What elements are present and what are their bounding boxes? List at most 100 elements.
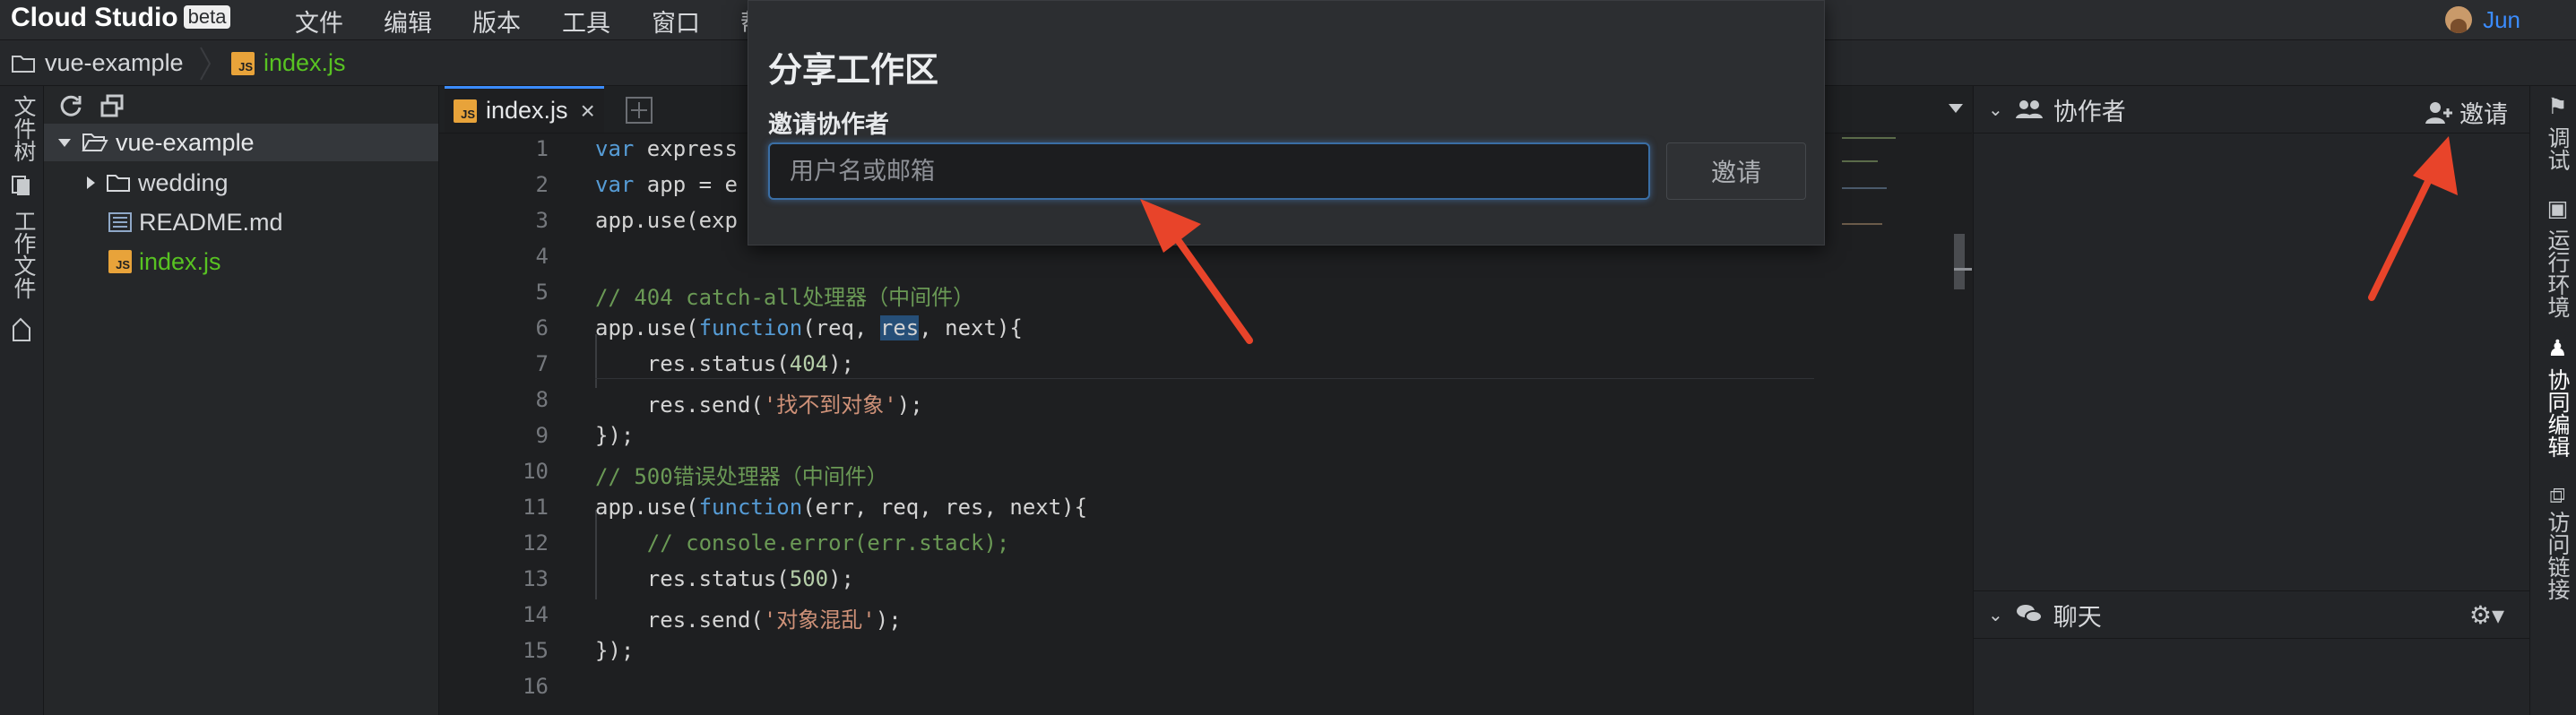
beta-badge: beta — [183, 5, 231, 29]
code-line: res.send('找不到对象'); — [595, 392, 923, 418]
close-icon[interactable]: × — [581, 97, 595, 125]
annotation-arrow — [2368, 136, 2458, 301]
menu-version[interactable]: 版本 — [472, 4, 521, 39]
collapse-all-icon[interactable] — [99, 93, 125, 118]
tab-index-js[interactable]: JS index.js × — [445, 86, 604, 133]
tree-item-readme[interactable]: README.md — [44, 203, 438, 241]
new-tab-icon[interactable] — [626, 97, 653, 124]
tab-label: index.js — [486, 97, 568, 124]
debug-icon: ⚑ — [2545, 93, 2570, 119]
add-user-icon — [2425, 101, 2452, 124]
gear-icon[interactable]: ⚙▾ — [2469, 600, 2504, 630]
line-number-gutter: 1 2 3 4 5 6 7 8 9 10 11 12 13 14 15 16 — [439, 134, 556, 715]
js-file-icon: JS — [108, 250, 132, 273]
line-number: 13 — [523, 566, 549, 591]
tab-debug[interactable]: ⚑ 调试 — [2541, 93, 2573, 171]
menu-file[interactable]: 文件 — [295, 4, 343, 39]
js-file-icon: JS — [454, 99, 477, 123]
code-line: res.send('对象混乱'); — [595, 607, 902, 633]
tab-collab-edit-label: 协同编辑 — [2545, 368, 2570, 458]
line-number: 9 — [535, 423, 549, 448]
invite-label: 邀请 — [2459, 101, 2508, 128]
chat-header: ⌄ 聊天 ⚙▾ — [1974, 590, 2529, 639]
invite-collaborator-button[interactable]: 邀请 — [2425, 95, 2508, 130]
line-number: 8 — [535, 387, 549, 412]
line-number: 6 — [535, 315, 549, 340]
line-number: 3 — [535, 208, 549, 233]
chevron-right-icon — [200, 47, 212, 81]
invite-button[interactable]: 邀请 — [1666, 142, 1806, 200]
code-line: var express — [595, 136, 738, 161]
app-logo[interactable]: Cloud Studio beta — [11, 3, 231, 33]
markdown-file-icon — [108, 212, 132, 232]
code-line: app.use(function(err, req, res, next){ — [595, 495, 1088, 520]
code-line: app.use(exp — [595, 208, 738, 233]
chevron-down-icon[interactable]: ⌄ — [1988, 604, 2003, 626]
folder-icon — [107, 175, 130, 192]
tab-workspace-files[interactable]: 工作文件 — [7, 210, 39, 299]
minimap[interactable] — [1842, 134, 1976, 241]
tab-list-dropdown-icon[interactable] — [1949, 104, 1963, 113]
caret-right-icon — [87, 177, 95, 189]
js-file-icon: JS — [231, 51, 255, 75]
invite-collaborator-label: 邀请协作者 — [768, 111, 889, 138]
external-link-icon: ⧉ — [2545, 487, 2571, 504]
line-number: 11 — [523, 495, 549, 520]
users-icon — [2015, 100, 2043, 118]
breadcrumb-project[interactable]: vue-example — [11, 49, 184, 77]
breadcrumb-file[interactable]: JS index.js — [231, 49, 346, 77]
menu-edit[interactable]: 编辑 — [384, 4, 432, 39]
line-number: 2 — [535, 172, 549, 197]
users-icon: ♟ — [2545, 335, 2570, 361]
tree-item-label: wedding — [138, 168, 229, 196]
caret-down-icon — [58, 138, 71, 147]
tab-runtime-label: 运行环境 — [2545, 228, 2570, 318]
line-number: 16 — [523, 674, 549, 699]
line-number: 1 — [535, 136, 549, 161]
line-number: 4 — [535, 244, 549, 269]
explorer-toolbar — [44, 86, 438, 124]
file-explorer: vue-example wedding README.md JS index.j… — [44, 86, 439, 715]
user-menu[interactable]: Jun — [2445, 2, 2520, 38]
avatar[interactable] — [2445, 6, 2473, 33]
tab-access-link[interactable]: ⧉ 访问链接 — [2541, 487, 2573, 600]
tree-root-folder[interactable]: vue-example — [44, 124, 438, 161]
open-folder-icon — [82, 134, 108, 151]
share-workspace-dialog: 分享工作区 邀请协作者 邀请 — [748, 0, 1825, 246]
menu-window[interactable]: 窗口 — [652, 4, 700, 39]
line-number: 7 — [535, 351, 549, 376]
app-brand-name: Cloud Studio — [11, 3, 178, 32]
scroll-position-marker — [1954, 268, 1972, 271]
annotation-arrow — [1140, 199, 1253, 344]
document-icon[interactable] — [10, 317, 33, 342]
workspace-files-tab-label: 工作文件 — [11, 210, 36, 299]
tree-item-label: README.md — [139, 208, 283, 236]
menu-tools[interactable]: 工具 — [562, 4, 610, 39]
current-line-highlight — [595, 378, 1814, 379]
line-number: 5 — [535, 280, 549, 305]
code-line: }); — [595, 423, 635, 448]
refresh-icon[interactable] — [58, 93, 83, 118]
files-icon[interactable] — [10, 174, 33, 197]
tree-item-indexjs[interactable]: JS index.js — [44, 243, 438, 280]
scrollbar-thumb[interactable] — [1954, 234, 1965, 289]
code-line: res.status(404); — [595, 351, 855, 376]
username-email-input[interactable] — [768, 142, 1650, 200]
tree-item-wedding[interactable]: wedding — [44, 164, 438, 202]
file-tree-tab-label: 文件树 — [11, 95, 36, 162]
code-line: // 404 catch-all处理器（中间件） — [595, 285, 975, 310]
line-number: 12 — [523, 530, 549, 556]
code-line: var app = e — [595, 172, 738, 197]
tab-file-tree[interactable]: 文件树 — [7, 95, 39, 162]
chat-icon — [2016, 605, 2043, 623]
username[interactable]: Jun — [2483, 6, 2520, 34]
code-line: // 500错误处理器（中间件） — [595, 464, 888, 489]
line-number: 14 — [523, 602, 549, 627]
code-line: }); — [595, 638, 635, 663]
breadcrumb-file-label: index.js — [264, 49, 346, 76]
tab-runtime[interactable]: ▣ 运行环境 — [2541, 195, 2573, 318]
line-number: 10 — [523, 459, 549, 484]
tab-collab-edit[interactable]: ♟ 协同编辑 — [2541, 335, 2573, 458]
chevron-down-icon[interactable]: ⌄ — [1988, 99, 2003, 121]
breadcrumb-project-label: vue-example — [45, 49, 184, 76]
